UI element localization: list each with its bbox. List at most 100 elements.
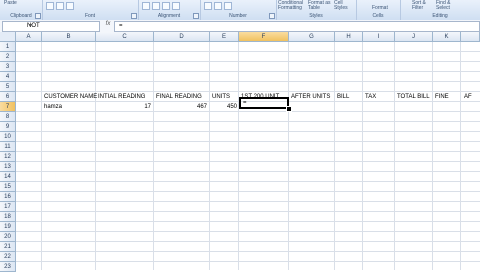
cell-b6[interactable]: CUSTOMER NAME (44, 92, 97, 102)
column-header-j[interactable]: J (395, 32, 433, 42)
currency-icon[interactable] (204, 2, 212, 10)
column-header-h[interactable]: H (335, 32, 363, 42)
column-header-i[interactable]: I (363, 32, 395, 42)
cell-l6[interactable]: AF (464, 92, 472, 102)
row-header-16[interactable]: 16 (0, 192, 16, 202)
row-header-2[interactable]: 2 (0, 52, 16, 62)
cell-d7[interactable]: 467 (154, 102, 207, 112)
cell-styles-button[interactable]: Cell Styles (334, 1, 354, 11)
cell-d6[interactable]: FINAL READING (156, 92, 202, 102)
row-header-3[interactable]: 3 (0, 62, 16, 72)
gridline (432, 42, 433, 270)
gridline (460, 42, 461, 270)
row-header-23[interactable]: 23 (0, 262, 16, 272)
font-group-label: Font (84, 13, 95, 19)
cell-j6[interactable]: TOTAL BILL (397, 92, 430, 102)
paste-button[interactable]: Paste (4, 1, 17, 6)
column-header-a[interactable]: A (16, 32, 42, 42)
select-all-corner[interactable] (0, 32, 16, 42)
row-header-15[interactable]: 15 (0, 182, 16, 192)
merge-center-icon[interactable] (172, 2, 180, 10)
font-group: Font (42, 0, 139, 20)
name-box[interactable]: NOT ▾ (2, 21, 100, 32)
alignment-group: Alignment (138, 0, 201, 20)
gridline (153, 42, 154, 270)
cell-c6[interactable]: INTIAL READING (98, 92, 145, 102)
cells-group-label: Cells (372, 13, 384, 19)
column-header-k[interactable]: K (433, 32, 461, 42)
cells-group: Format Cells (356, 0, 401, 20)
number-group: Number (200, 0, 277, 20)
column-header-d[interactable]: D (154, 32, 210, 42)
fill-color-icon[interactable] (56, 2, 64, 10)
cell-grid[interactable] (16, 42, 480, 270)
cell-i6[interactable]: TAX (365, 92, 376, 102)
styles-group: Conditional Formatting Format as Table C… (276, 0, 357, 20)
cell-e7[interactable]: 450 (210, 102, 237, 112)
gridline (209, 42, 210, 270)
row-header-4[interactable]: 4 (0, 72, 16, 82)
active-cell-f7[interactable]: = (239, 97, 289, 109)
alignment-launcher-icon[interactable] (193, 13, 199, 19)
row-header-21[interactable]: 21 (0, 242, 16, 252)
formula-input[interactable]: = (114, 21, 480, 32)
font-color-icon[interactable] (66, 2, 74, 10)
column-header-b[interactable]: B (42, 32, 96, 42)
percent-icon[interactable] (214, 2, 222, 10)
clipboard-launcher-icon[interactable] (35, 13, 41, 19)
column-header-g[interactable]: G (289, 32, 335, 42)
row-header-11[interactable]: 11 (0, 142, 16, 152)
font-launcher-icon[interactable] (131, 13, 137, 19)
row-header-6[interactable]: 6 (0, 92, 16, 102)
row-header-10[interactable]: 10 (0, 132, 16, 142)
column-header-e[interactable]: E (210, 32, 239, 42)
fill-handle[interactable] (286, 106, 292, 112)
find-select-button[interactable]: Find & Select (436, 1, 458, 11)
row-header-20[interactable]: 20 (0, 232, 16, 242)
row-header-5[interactable]: 5 (0, 82, 16, 92)
cell-g6[interactable]: AFTER UNITS (291, 92, 330, 102)
gridline (334, 42, 335, 270)
gridline (41, 42, 42, 270)
column-header-l[interactable] (461, 32, 480, 42)
row-header-17[interactable]: 17 (0, 202, 16, 212)
row-header-19[interactable]: 19 (0, 222, 16, 232)
align-left-icon[interactable] (142, 2, 150, 10)
column-header-c[interactable]: C (96, 32, 154, 42)
number-launcher-icon[interactable] (269, 13, 275, 19)
row-header-22[interactable]: 22 (0, 252, 16, 262)
gridline (288, 42, 289, 270)
row-header-7[interactable]: 7 (0, 102, 16, 112)
gridline (394, 42, 395, 270)
conditional-formatting-button[interactable]: Conditional Formatting (278, 1, 306, 11)
editing-group: Sort & Filter Find & Select Editing (400, 0, 480, 20)
format-as-table-button[interactable]: Format as Table (308, 1, 332, 11)
row-header-14[interactable]: 14 (0, 172, 16, 182)
row-header-1[interactable]: 1 (0, 42, 16, 52)
align-right-icon[interactable] (162, 2, 170, 10)
column-header-f[interactable]: F (239, 32, 289, 42)
cell-c7[interactable]: 17 (96, 102, 151, 112)
cell-b7[interactable]: hamza (44, 102, 62, 112)
number-group-label: Number (229, 13, 247, 19)
insert-function-icon[interactable]: fx (102, 21, 114, 30)
gridline (95, 42, 96, 270)
cell-e6[interactable]: UNITS (212, 92, 230, 102)
cell-h6[interactable]: BILL (337, 92, 349, 102)
sort-filter-button[interactable]: Sort & Filter (412, 1, 434, 11)
comma-icon[interactable] (224, 2, 232, 10)
active-cell-text: = (243, 100, 247, 106)
row-header-8[interactable]: 8 (0, 112, 16, 122)
row-header-12[interactable]: 12 (0, 152, 16, 162)
row-header-9[interactable]: 9 (0, 122, 16, 132)
formula-text: = (119, 23, 123, 29)
alignment-group-label: Alignment (157, 13, 181, 19)
chevron-down-icon[interactable]: ▾ (27, 22, 34, 31)
align-center-icon[interactable] (152, 2, 160, 10)
format-button[interactable]: Format (372, 6, 388, 11)
gridline (362, 42, 363, 270)
row-header-18[interactable]: 18 (0, 212, 16, 222)
border-icon[interactable] (46, 2, 54, 10)
cell-k6[interactable]: FINE (435, 92, 449, 102)
row-header-13[interactable]: 13 (0, 162, 16, 172)
